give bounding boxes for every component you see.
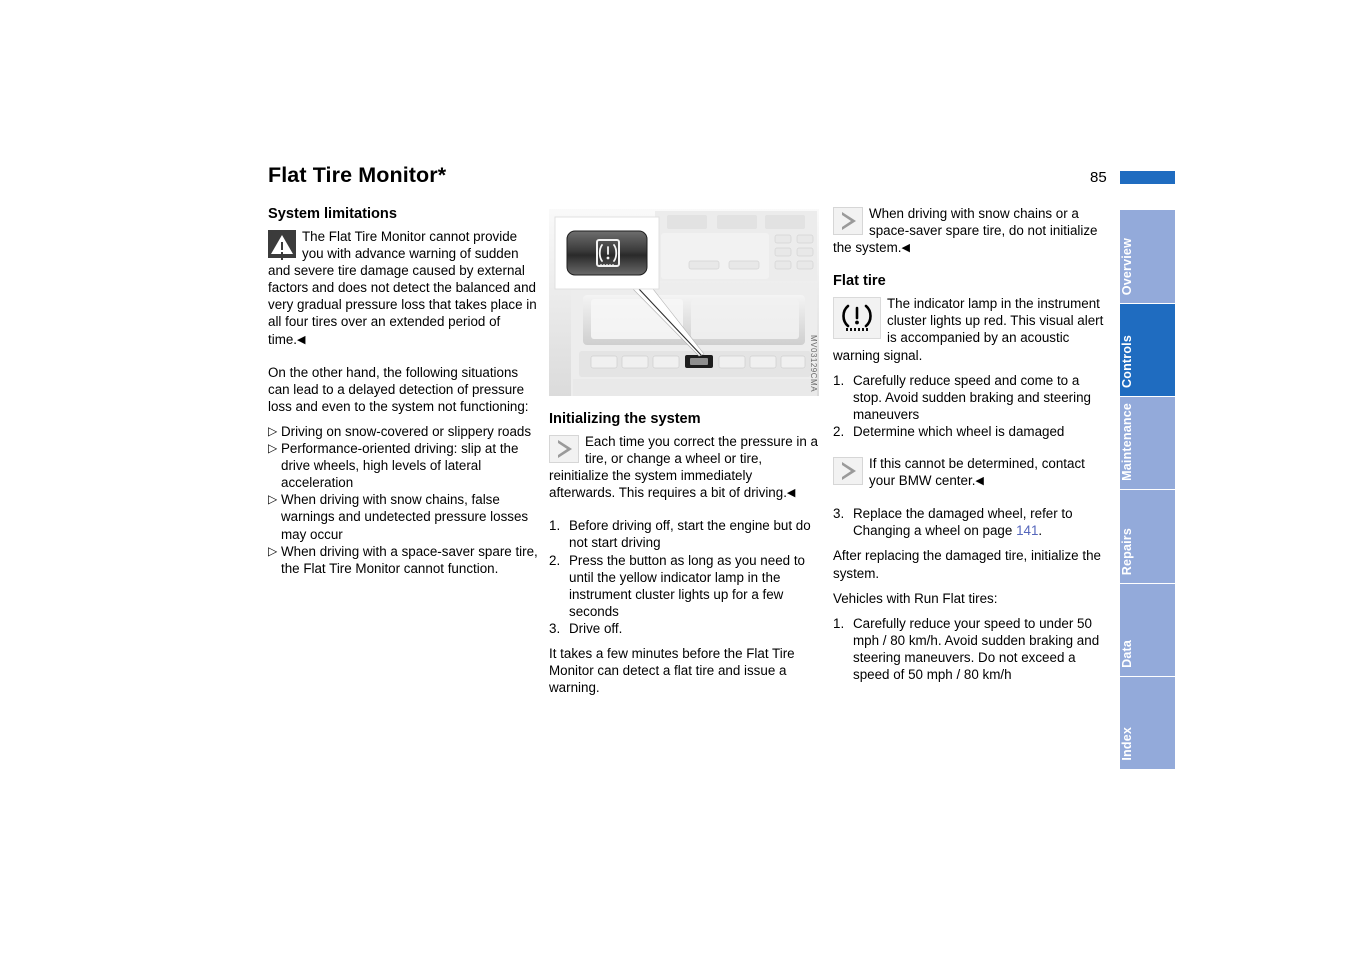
warning-block: The Flat Tire Monitor cannot provide you… xyxy=(268,228,540,349)
page-title: Flat Tire Monitor* xyxy=(268,163,447,187)
arrow-bullet-icon: ▷ xyxy=(268,543,278,558)
list-item: 2. Press the button as long as you need t… xyxy=(549,552,805,619)
after-replacing-paragraph: After replacing the damaged tire, initia… xyxy=(833,548,1101,581)
list-item: 1. Before driving off, start the engine b… xyxy=(549,518,811,551)
step-number: 1. xyxy=(833,615,845,631)
indicator-lamp-block: The indicator lamp in the instrument clu… xyxy=(833,295,1105,363)
arrow-bullet-icon: ▷ xyxy=(268,441,278,456)
end-of-note-marker: ◀ xyxy=(975,475,984,488)
middle-column: Initializing the system Each time you co… xyxy=(549,410,821,696)
note-triangle-icon xyxy=(833,207,863,235)
end-of-note-marker: ◀ xyxy=(901,242,910,255)
intro-paragraph: On the other hand, the following situati… xyxy=(268,364,529,414)
warning-text: The Flat Tire Monitor cannot provide you… xyxy=(268,229,537,347)
sidebar-tab-label: Controls xyxy=(1120,335,1134,388)
step-number: 3. xyxy=(549,620,561,636)
list-item: 3. Drive off. xyxy=(549,620,623,636)
section-heading-flat-tire: Flat tire xyxy=(833,273,886,290)
runflat-heading: Vehicles with Run Flat tires: xyxy=(833,590,998,606)
note-text: Each time you correct the pressure in a … xyxy=(549,434,818,501)
page-reference-link[interactable]: 141 xyxy=(1016,523,1038,538)
flat-tire-steps-continued: 3. Replace the damaged wheel, refer to Ch… xyxy=(833,505,1105,539)
step-number: 2. xyxy=(549,552,561,568)
sidebar-tab-data[interactable]: Data xyxy=(1120,584,1175,676)
step-number: 2. xyxy=(833,423,845,439)
section-heading-initializing: Initializing the system xyxy=(549,411,701,427)
list-item: ▷ When driving with snow chains, false wa… xyxy=(268,492,529,542)
sidebar-tab-label: Data xyxy=(1120,640,1134,668)
flat-tire-steps: 1. Carefully reduce speed and come to a s… xyxy=(833,372,1105,440)
list-item: ▷ When driving with a space-saver spare t… xyxy=(268,543,538,576)
end-of-note-marker: ◀ xyxy=(297,333,306,346)
note-triangle-icon xyxy=(833,457,863,486)
sidebar-tab-index[interactable]: Index xyxy=(1120,677,1175,769)
manual-page: Flat Tire Monitor* 85 System limitations… xyxy=(0,0,1351,954)
sidebar-tab-controls[interactable]: Controls xyxy=(1120,304,1175,396)
note-text: If this cannot be determined, contact yo… xyxy=(869,456,1085,489)
end-of-note-marker: ◀ xyxy=(786,487,796,500)
list-item: 2. Determine which wheel is damaged xyxy=(833,423,1065,439)
note-block-snow-chains: When driving with snow chains or a space… xyxy=(833,205,1105,257)
step-number: 1. xyxy=(833,372,845,388)
left-column: System limitations The Flat Tire Monitor… xyxy=(268,205,540,577)
arrow-bullet-icon: ▷ xyxy=(268,492,278,507)
tire-pressure-lamp-icon xyxy=(833,297,881,340)
sidebar-tab-label: Overview xyxy=(1120,237,1134,295)
list-item: ▷ Driving on snow-covered or slippery roa… xyxy=(268,423,532,439)
initializing-closing-paragraph: It takes a few minutes before the Flat T… xyxy=(549,646,795,696)
console-photo-illustration xyxy=(549,209,819,396)
sidebar-tab-label: Maintenance xyxy=(1120,403,1134,481)
page-marker-bar xyxy=(1120,171,1175,184)
list-item: 1. Carefully reduce speed and come to a s… xyxy=(833,372,1091,422)
figure-code: MV03129CMA xyxy=(809,334,818,392)
note-block-initializing: Each time you correct the pressure in a … xyxy=(549,433,821,502)
sidebar-tab-label: Repairs xyxy=(1120,527,1134,575)
sidebar-tab-label: Index xyxy=(1120,727,1134,761)
section-heading-system-limitations: System limitations xyxy=(268,206,397,222)
initializing-steps: 1. Before driving off, start the engine b… xyxy=(549,517,821,637)
runflat-steps: 1. Carefully reduce your speed to under 5… xyxy=(833,615,1105,683)
note-text: When driving with snow chains or a space… xyxy=(833,206,1098,256)
sidebar-tab-repairs[interactable]: Repairs xyxy=(1120,490,1175,583)
console-photo: MV03129CMA xyxy=(549,209,819,396)
step-number: 3. xyxy=(833,506,845,522)
page-number: 85 xyxy=(1090,169,1107,186)
list-item: ▷ Performance-oriented driving: slip at t… xyxy=(268,441,519,491)
list-item: 1. Carefully reduce your speed to under 5… xyxy=(833,615,1100,682)
right-column: When driving with snow chains or a space… xyxy=(833,205,1105,683)
sidebar-tab-overview[interactable]: Overview xyxy=(1120,210,1175,303)
sidebar-tab-maintenance[interactable]: Maintenance xyxy=(1120,397,1175,489)
limitations-list: ▷ Driving on snow-covered or slippery roa… xyxy=(268,423,540,577)
section-tabs: Overview Controls Maintenance Repairs Da… xyxy=(1120,210,1175,770)
list-item: 3. Replace the damaged wheel, refer to Ch… xyxy=(833,506,1073,539)
note-block-bmw-center: If this cannot be determined, contact yo… xyxy=(833,455,1105,490)
note-triangle-icon xyxy=(549,435,579,463)
step-number: 1. xyxy=(549,518,561,534)
arrow-bullet-icon: ▷ xyxy=(268,423,278,438)
warning-triangle-icon xyxy=(268,230,296,258)
